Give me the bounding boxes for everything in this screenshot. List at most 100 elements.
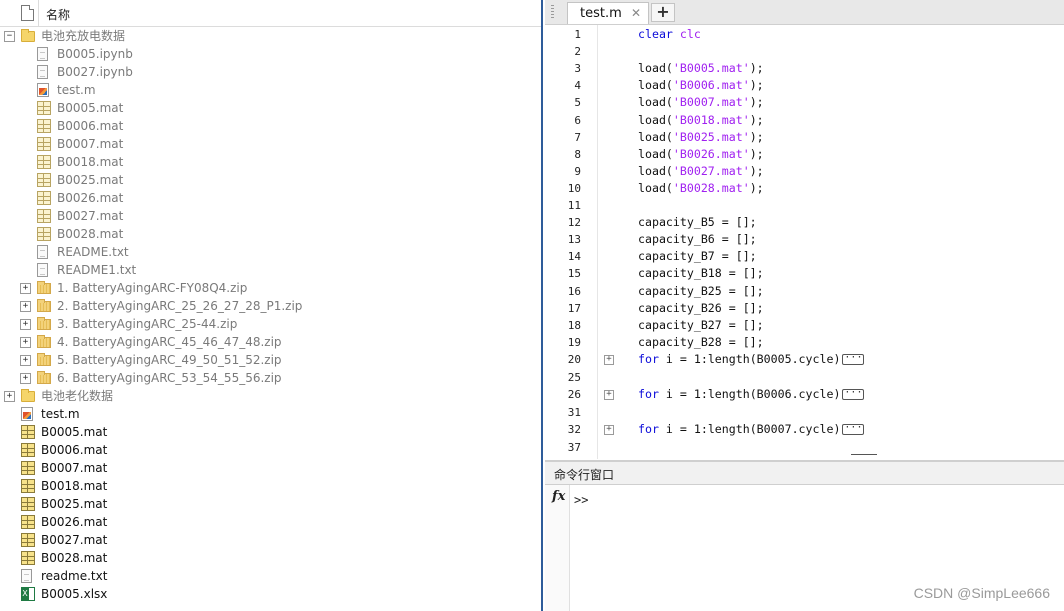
file-row[interactable]: B0005.ipynb	[0, 45, 541, 63]
code-token: i = 1:length(B0006.cycle)	[658, 387, 841, 401]
code-line[interactable]: capacity_B5 = [];	[638, 214, 757, 231]
code-line[interactable]: for i = 1:length(B0007.cycle) ···	[638, 421, 865, 438]
drag-grip-icon[interactable]	[551, 5, 554, 19]
code-token: );	[749, 180, 764, 195]
watermark: CSDN @SimpLee666	[913, 585, 1050, 601]
folder-row[interactable]: +5. BatteryAgingARC_49_50_51_52.zip	[0, 351, 541, 369]
code-line[interactable]: capacity_B28 = [];	[638, 334, 764, 351]
expand-icon[interactable]: +	[20, 301, 31, 312]
file-row[interactable]: B0018.mat	[0, 477, 541, 495]
code-line[interactable]: load('B0007.mat');	[638, 94, 764, 111]
code-line[interactable]: load('B0027.mat');	[638, 163, 764, 180]
code-line[interactable]: load('B0026.mat');	[638, 146, 764, 163]
mat-file-icon	[37, 137, 51, 151]
function-browser-icon[interactable]: fx	[552, 489, 565, 504]
code-line[interactable]: capacity_B7 = [];	[638, 248, 757, 265]
folder-row[interactable]: +4. BatteryAgingARC_45_46_47_48.zip	[0, 333, 541, 351]
file-row[interactable]: B0025.mat	[0, 171, 541, 189]
code-line[interactable]: load('B0006.mat');	[638, 77, 764, 94]
expand-icon[interactable]: +	[20, 337, 31, 348]
column-divider[interactable]	[38, 0, 39, 26]
expand-icon[interactable]: +	[20, 283, 31, 294]
code-line[interactable]: capacity_B18 = [];	[638, 265, 764, 282]
file-row[interactable]: README.txt	[0, 243, 541, 261]
folded-code-ellipsis[interactable]: ···	[842, 388, 865, 400]
file-row[interactable]: B0006.mat	[0, 441, 541, 459]
collapse-icon[interactable]: −	[4, 31, 15, 42]
folded-code-ellipsis[interactable]: ···	[842, 423, 865, 435]
folder-row[interactable]: + 电池老化数据	[0, 387, 541, 405]
code-token: i = 1:length(B0005.cycle)	[658, 351, 841, 366]
command-window-title: 命令行窗口	[554, 468, 615, 482]
folder-row[interactable]: +1. BatteryAgingARC-FY08Q4.zip	[0, 279, 541, 297]
code-line[interactable]: capacity_B26 = [];	[638, 300, 764, 317]
file-row[interactable]: B0025.mat	[0, 495, 541, 513]
file-name-label: test.m	[57, 83, 96, 97]
line-number: 11	[567, 199, 581, 212]
tab-test-m[interactable]: test.m ✕	[567, 2, 649, 24]
file-row[interactable]: B0027.ipynb	[0, 63, 541, 81]
file-row[interactable]: B0005.xlsx	[0, 585, 541, 603]
folder-row[interactable]: +6. BatteryAgingARC_53_54_55_56.zip	[0, 369, 541, 387]
code-line[interactable]: capacity_B27 = [];	[638, 317, 764, 334]
file-row[interactable]: B0027.mat	[0, 531, 541, 549]
file-row[interactable]: B0007.mat	[0, 135, 541, 153]
command-prompt[interactable]: >>	[574, 493, 588, 507]
file-row[interactable]: README1.txt	[0, 261, 541, 279]
mat-file-icon	[37, 173, 51, 187]
code-token: capacity_B26 = [];	[638, 300, 764, 315]
code-line[interactable]: clear clc	[638, 26, 701, 43]
code-token: load(	[638, 112, 673, 127]
file-type-column-icon[interactable]	[21, 5, 34, 21]
file-name-label: B0007.mat	[41, 461, 108, 475]
expand-fold-icon[interactable]: +	[604, 425, 614, 435]
document-icon	[21, 569, 32, 583]
folder-row[interactable]: +3. BatteryAgingARC_25-44.zip	[0, 315, 541, 333]
code-token: load(	[638, 180, 673, 195]
code-token: capacity_B25 = [];	[638, 283, 764, 298]
expand-icon[interactable]: +	[20, 373, 31, 384]
file-row[interactable]: B0028.mat	[0, 225, 541, 243]
file-row[interactable]: test.m	[0, 81, 541, 99]
file-name-label: 5. BatteryAgingARC_49_50_51_52.zip	[57, 353, 282, 367]
file-row[interactable]: readme.txt	[0, 567, 541, 585]
line-number: 17	[567, 301, 581, 315]
expand-fold-icon[interactable]: +	[604, 354, 614, 365]
file-row[interactable]: B0027.mat	[0, 207, 541, 225]
code-line[interactable]: load('B0005.mat');	[638, 60, 764, 77]
file-row[interactable]: B0005.mat	[0, 99, 541, 117]
line-number: 9	[574, 164, 581, 178]
code-line[interactable]: capacity_B6 = [];	[638, 231, 757, 248]
file-row[interactable]: B0026.mat	[0, 513, 541, 531]
code-line[interactable]: load('B0025.mat');	[638, 129, 764, 146]
code-line[interactable]: capacity_B25 = [];	[638, 283, 764, 300]
expand-fold-icon[interactable]: +	[604, 390, 614, 400]
code-token: load(	[638, 78, 673, 93]
expand-icon[interactable]: +	[20, 355, 31, 366]
file-row[interactable]: B0005.mat	[0, 423, 541, 441]
code-line[interactable]: for i = 1:length(B0006.cycle) ···	[638, 386, 865, 403]
file-row[interactable]: B0028.mat	[0, 549, 541, 567]
file-row[interactable]: B0007.mat	[0, 459, 541, 477]
file-row[interactable]: B0026.mat	[0, 189, 541, 207]
file-row[interactable]: B0006.mat	[0, 117, 541, 135]
folded-code-ellipsis[interactable]: ···	[842, 352, 865, 365]
name-column-header[interactable]: 名称	[46, 6, 70, 23]
code-token: capacity_B28 = [];	[638, 334, 764, 349]
mat-file-icon	[21, 533, 35, 547]
string-token: 'B0006.mat'	[672, 78, 750, 93]
expand-icon[interactable]: +	[4, 391, 15, 402]
code-line[interactable]: load('B0028.mat');	[638, 180, 764, 197]
mat-file-icon	[37, 101, 51, 115]
close-icon[interactable]: ✕	[631, 6, 641, 20]
file-row[interactable]: B0018.mat	[0, 153, 541, 171]
add-tab-button[interactable]: +	[651, 3, 675, 22]
line-number: 32	[567, 423, 581, 436]
code-line[interactable]: for i = 1:length(B0005.cycle) ···	[638, 351, 865, 368]
file-row[interactable]: test.m	[0, 405, 541, 423]
expand-icon[interactable]: +	[20, 319, 31, 330]
folder-row[interactable]: − 电池充放电数据	[0, 27, 541, 45]
folder-row[interactable]: +2. BatteryAgingARC_25_26_27_28_P1.zip	[0, 297, 541, 315]
code-line[interactable]: load('B0018.mat');	[638, 112, 764, 129]
code-token: );	[749, 129, 764, 144]
